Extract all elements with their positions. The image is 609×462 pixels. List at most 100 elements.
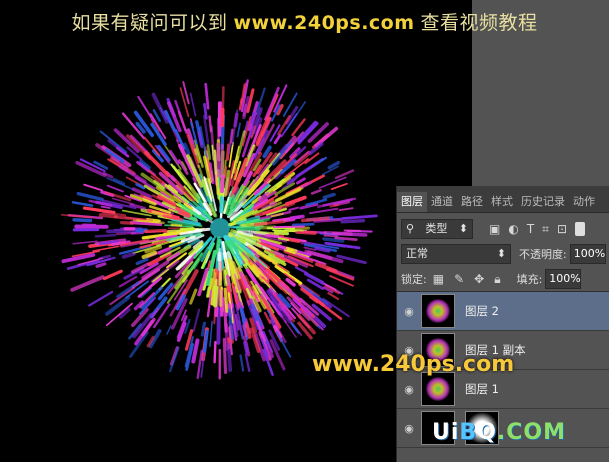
firework-streak [236,122,241,138]
firework-streak [288,206,300,211]
fill-label: 填充: [516,273,543,286]
layer-thumbnail [421,372,455,406]
firework-streak [179,227,196,232]
firework-streak [170,223,183,227]
firework-streak [192,308,201,333]
firework-streak [143,228,167,233]
firework-streak [325,268,355,281]
firework-streak [189,92,197,117]
firework-streak [162,214,184,222]
logo-letter-q: Q [477,420,497,445]
eye-icon[interactable]: ◉ [397,305,421,318]
banner-left-text: 如果有疑问可以到 [71,12,228,34]
firework-streak [291,222,315,227]
firework-streak [115,281,140,298]
firework-streak [182,142,191,155]
banner-right-text: 查看视频教程 [420,12,538,34]
firework-streak [95,262,107,268]
firework-streak [270,212,284,218]
firework-streak [213,340,217,364]
filter-toggle[interactable] [575,222,585,236]
firework-streak [72,217,93,223]
eye-icon[interactable]: ◉ [397,383,421,396]
firework-streak [83,183,104,192]
firework-streak [273,225,305,229]
firework-streak [294,266,308,275]
firework-streak [202,114,210,144]
firework-streak [71,201,94,207]
firework-streak [191,338,200,364]
blend-mode-value: 正常 [406,247,428,260]
blend-mode-select[interactable]: 正常 ⬍ [401,244,511,264]
firework-streak [219,196,224,214]
firework-streak [329,204,340,208]
eye-icon[interactable]: ◉ [397,422,421,435]
opacity-label: 不透明度: [519,248,567,261]
firework-streak [76,191,104,202]
firework-streak [244,353,251,372]
firework-streak [223,287,229,313]
firework-streak [135,182,146,190]
firework-streak [151,92,169,124]
filter-icons: ▣ ◐ T ⌗ ⊡ [489,222,567,237]
firework-streak [221,86,225,109]
layer-filter-row: ⚲ 类型 ⬍ ▣ ◐ T ⌗ ⊡ [397,217,609,241]
firework-streak [205,286,211,298]
firework-streak [220,143,224,179]
layer-thumbnail [421,294,455,328]
firework-streak [135,257,149,266]
firework-streak [239,354,245,372]
lock-icon[interactable]: 🔒︎ [494,272,500,287]
firework-streak [338,207,354,212]
image-icon[interactable]: ▣ [489,222,500,237]
firework-streak [184,318,191,334]
firework-streak [204,82,210,110]
brush-icon[interactable]: ✎ [454,272,464,287]
layer-row-layer-2[interactable]: ◉ 图层 2 [397,292,609,331]
firework-core [210,218,230,238]
checkerboard-icon[interactable]: ▦ [433,272,444,287]
fill-input[interactable]: 100% [545,269,582,289]
firework-streak [231,109,239,145]
lock-row: 锁定: ▦ ✎ ✥ 🔒︎ 填充: 100% [397,267,609,292]
move-icon[interactable]: ✥ [474,272,484,287]
firework-streak [295,177,306,185]
firework-streak [340,218,366,224]
firework-streak [179,87,190,118]
shape-icon[interactable]: ⌗ [542,222,549,237]
firework-streak [323,230,353,236]
firework-streak [72,240,98,245]
firework-streak [334,236,358,241]
tab-styles[interactable]: 样式 [487,192,517,212]
text-icon[interactable]: T [527,222,534,237]
tutorial-banner: 如果有疑问可以到 www.240ps.com 查看视频教程 [0,8,609,35]
tab-paths[interactable]: 路径 [457,192,487,212]
firework-streak [94,233,117,238]
firework-streak [235,226,261,231]
firework-streak [213,279,219,308]
firework-streak [322,192,336,200]
firework-streak [88,290,114,307]
firework-streak [208,115,213,133]
firework-streak [310,189,322,195]
tab-history[interactable]: 历史记录 [517,192,569,212]
firework-streak [200,321,207,337]
tab-channels[interactable]: 通道 [427,192,457,212]
firework-streak [217,270,220,287]
circle-half-icon[interactable]: ◐ [508,222,518,237]
tab-layers[interactable]: 图层 [397,192,427,212]
tab-actions[interactable]: 动作 [569,192,599,212]
firework-streak [224,166,228,179]
firework-streak [327,292,340,300]
firework-streak [226,342,233,372]
firework-streak [141,250,157,259]
opacity-input[interactable]: 100% [569,244,606,264]
smart-object-icon[interactable]: ⊡ [557,222,567,237]
lock-label: 锁定: [401,273,427,286]
firework-streak [115,231,137,236]
filter-kind-select[interactable]: ⚲ 类型 ⬍ [401,219,473,239]
firework-streak [314,246,331,253]
filter-kind-label: 类型 [425,222,448,235]
firework-streak [106,184,124,193]
panel-tabs: 图层 通道 路径 样式 历史记录 动作 [397,186,609,213]
